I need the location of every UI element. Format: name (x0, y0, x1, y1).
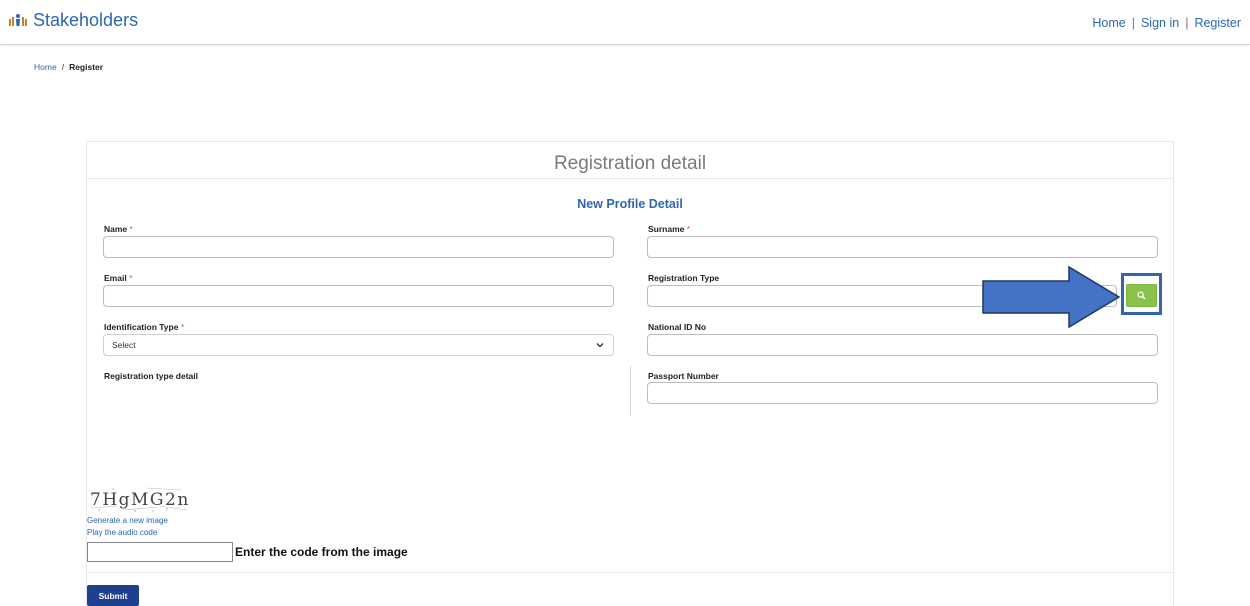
nav-register-link[interactable]: Register (1194, 16, 1241, 30)
identification-type-selected: Select (112, 340, 136, 350)
identification-type-label: Identification Type * (104, 322, 184, 332)
identification-type-select[interactable]: Select (103, 334, 614, 356)
required-mark: * (129, 224, 133, 234)
brand-name: Stakeholders (33, 9, 139, 30)
registration-type-label: Registration Type (648, 273, 720, 283)
play-audio-code-link[interactable]: Play the audio code (87, 528, 157, 537)
top-nav: Home | Sign in | Register (1092, 16, 1241, 30)
surname-label-text: Surname (648, 224, 685, 234)
breadcrumb: Home / Register (34, 62, 103, 72)
registration-card: Registration detail New Profile Detail N… (86, 141, 1175, 606)
nav-separator: | (1185, 16, 1189, 30)
surname-label: Surname * (648, 224, 690, 234)
annotation-highlight-box (1121, 273, 1162, 315)
chevron-down-icon (596, 343, 604, 348)
passport-number-input[interactable] (647, 382, 1158, 404)
annotation-arrow-icon (982, 265, 1121, 329)
top-header: Stakeholders Home | Sign in | Register (0, 0, 1250, 45)
passport-number-label: Passport Number (648, 371, 719, 381)
captcha-image: 7HgMG2n (87, 484, 194, 513)
registration-type-detail-label: Registration type detail (104, 371, 198, 381)
email-label: Email * (104, 273, 132, 283)
submit-button[interactable]: Submit (87, 585, 139, 606)
breadcrumb-current: Register (69, 62, 104, 72)
captcha-code-input[interactable] (87, 542, 233, 562)
form-footer-divider (87, 572, 1175, 573)
surname-input[interactable] (647, 236, 1158, 258)
nav-sign-in-link[interactable]: Sign in (1141, 16, 1179, 30)
required-mark: * (180, 322, 185, 332)
breadcrumb-home-link[interactable]: Home (34, 62, 57, 72)
column-divider (630, 366, 631, 416)
nav-separator: | (1131, 16, 1135, 30)
nav-home-link[interactable]: Home (1092, 16, 1125, 30)
required-mark: * (129, 273, 133, 283)
required-mark: * (686, 224, 691, 234)
identification-type-label-text: Identification Type (104, 322, 179, 332)
name-input[interactable] (103, 236, 614, 258)
section-title: New Profile Detail (577, 197, 683, 211)
name-label: Name * (104, 224, 133, 234)
card-title: Registration detail (87, 142, 1173, 179)
stakeholders-logo-icon (9, 14, 27, 26)
generate-new-image-link[interactable]: Generate a new image (87, 516, 168, 525)
breadcrumb-separator: / (61, 62, 65, 72)
captcha-instruction: Enter the code from the image (235, 545, 408, 559)
national-id-input[interactable] (647, 334, 1158, 356)
name-label-text: Name (104, 224, 128, 234)
email-input[interactable] (103, 285, 614, 307)
email-label-text: Email (104, 273, 127, 283)
national-id-label: National ID No (648, 322, 707, 332)
brand-link[interactable]: Stakeholders (9, 8, 138, 32)
captcha-text: 7HgMG2n (90, 490, 190, 510)
